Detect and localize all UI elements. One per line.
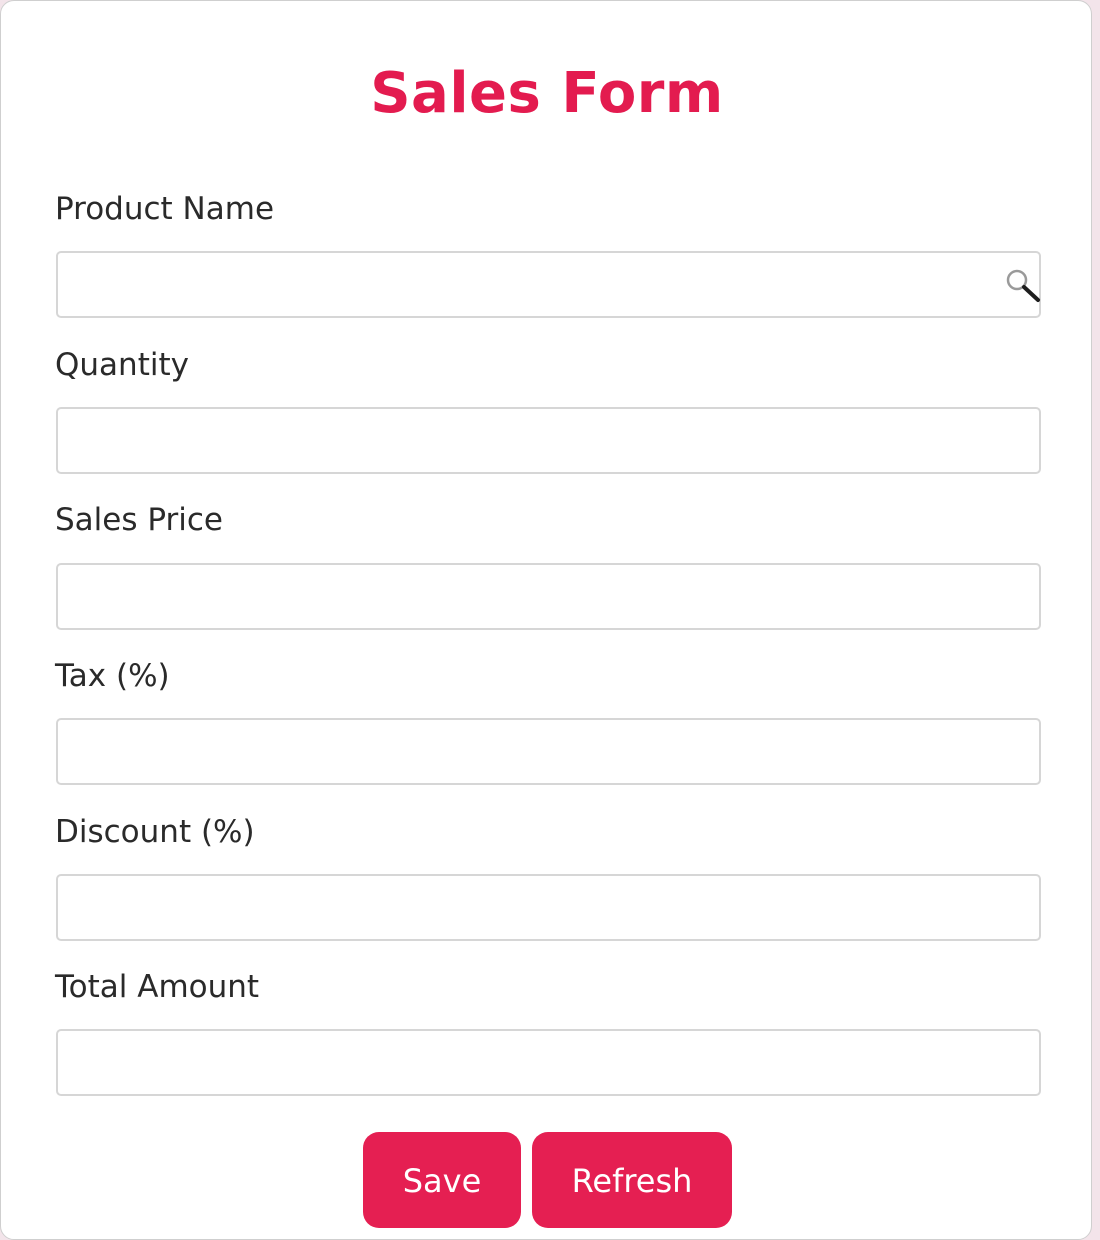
total-amount-input[interactable] (56, 1029, 1041, 1096)
sales-price-label: Sales Price (55, 502, 223, 538)
product-name-label: Product Name (55, 191, 275, 227)
refresh-button[interactable]: Refresh (532, 1132, 732, 1228)
tax-label: Tax (%) (55, 658, 170, 694)
quantity-label: Quantity (55, 347, 189, 383)
product-name-input[interactable] (56, 251, 1041, 318)
quantity-input[interactable] (56, 407, 1041, 474)
search-icon[interactable] (1003, 267, 1043, 303)
sales-price-input[interactable] (56, 563, 1041, 630)
save-button[interactable]: Save (363, 1132, 521, 1228)
discount-input[interactable] (56, 874, 1041, 941)
total-amount-label: Total Amount (55, 969, 260, 1005)
tax-input[interactable] (56, 718, 1041, 785)
form-title: Sales Form (370, 61, 724, 126)
sales-form-card: Sales Form Product Name Quantity Sales P… (0, 0, 1092, 1240)
discount-label: Discount (%) (55, 814, 255, 850)
